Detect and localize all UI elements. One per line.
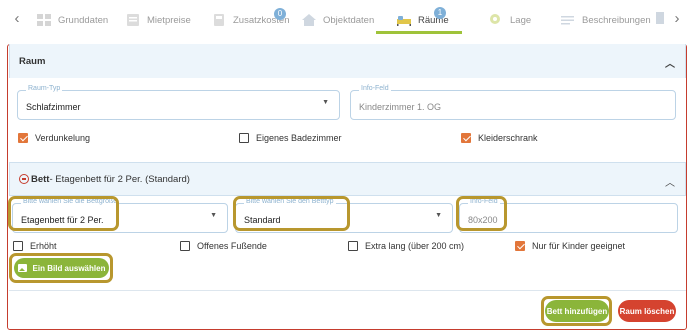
bett-groesse-value: Etagenbett für 2 Per. <box>21 215 104 225</box>
checkbox-erhoeht[interactable]: Erhöht <box>13 241 57 251</box>
bett-info-label: Info-Feld <box>468 198 500 205</box>
checkbox-kleiderschrank[interactable]: Kleiderschrank <box>461 133 538 143</box>
tab-lage[interactable]: Lage <box>488 9 531 31</box>
raum-typ-value: Schlafzimmer <box>26 102 81 112</box>
collapse-icon[interactable]: ︿ <box>665 174 675 189</box>
checkbox-unchecked-icon <box>180 241 190 251</box>
checkbox-verdunkelung[interactable]: Verdunkelung <box>18 133 90 143</box>
select-image-button[interactable]: Ein Bild auswählen <box>14 258 109 278</box>
tab-objektdaten[interactable]: Objektdaten <box>301 9 374 31</box>
delete-room-label: Raum löschen <box>619 306 675 316</box>
checkbox-offenes-fussende[interactable]: Offenes Fußende <box>180 241 267 251</box>
tab-label: Grunddaten <box>58 14 109 26</box>
bett-groesse-label: Bitte wählen Sie die Bettgröße <box>21 198 120 205</box>
calculator-icon <box>211 13 227 27</box>
raum-title: Raum <box>19 55 46 67</box>
document-icon[interactable] <box>654 11 666 30</box>
add-bed-button[interactable]: Bett hinzufügen <box>545 300 609 322</box>
raum-typ-label: Raum-Typ <box>26 85 63 92</box>
chevron-right-icon[interactable]: › <box>670 10 684 27</box>
dropdown-arrow-icon: ▼ <box>210 212 217 219</box>
checkbox-label: Kleiderschrank <box>478 133 538 143</box>
raum-info-label: Info-Feld <box>359 85 391 92</box>
checkbox-checked-icon <box>461 133 471 143</box>
grid-icon <box>36 13 52 27</box>
checkbox-unchecked-icon <box>348 241 358 251</box>
tab-beschreibungen[interactable]: Beschreibungen <box>560 9 651 31</box>
active-tab-indicator <box>376 31 462 34</box>
bett-typ-value: Standard <box>244 215 281 225</box>
checkbox-label: Verdunkelung <box>35 133 91 143</box>
bett-title-rest: - Etagenbett für 2 Per. (Standard) <box>49 173 190 185</box>
minus-circle-icon[interactable] <box>19 174 29 184</box>
checkbox-label: Nur für Kinder geeignet <box>532 241 626 251</box>
delete-room-button[interactable]: Raum löschen <box>618 300 676 322</box>
tab-label: Lage <box>510 14 532 26</box>
checkbox-extra-lang[interactable]: Extra lang (über 200 cm) <box>348 241 464 251</box>
checkbox-checked-icon <box>515 241 525 251</box>
divider <box>9 290 686 291</box>
bett-info-field[interactable]: Info-Feld 80x200 <box>459 198 678 233</box>
text-lines-icon <box>560 13 576 27</box>
bett-panel-header[interactable]: Bett - Etagenbett für 2 Per. (Standard) … <box>9 162 686 196</box>
chevron-left-icon[interactable]: ‹ <box>10 10 24 27</box>
bett-typ-label: Bitte wählen Sie den Betttyp <box>244 198 336 205</box>
checkbox-label: Offenes Fußende <box>197 241 267 251</box>
checkbox-label: Eigenes Badezimmer <box>256 133 342 143</box>
tab-grunddaten[interactable]: Grunddaten <box>36 9 108 31</box>
checkbox-unchecked-icon <box>239 133 249 143</box>
bett-title-bold: Bett <box>31 173 50 185</box>
tab-badge-raeume: 1 <box>434 7 446 19</box>
checkbox-label: Erhöht <box>30 241 57 251</box>
tab-label: Mietpreise <box>147 14 191 26</box>
raum-typ-select[interactable]: Raum-Typ Schlafzimmer ▼ <box>17 85 340 120</box>
tab-label: Beschreibungen <box>582 14 651 26</box>
dropdown-arrow-icon: ▼ <box>435 212 442 219</box>
raum-info-value: Kinderzimmer 1. OG <box>359 102 442 112</box>
image-icon <box>17 264 27 272</box>
dropdown-arrow-icon: ▼ <box>322 99 329 106</box>
checkbox-unchecked-icon <box>13 241 23 251</box>
raum-panel-header[interactable]: Raum ︿ <box>9 44 686 78</box>
location-pin-icon <box>488 13 504 27</box>
price-list-icon <box>125 13 141 27</box>
checkbox-checked-icon <box>18 133 28 143</box>
checkbox-eigenes-badezimmer[interactable]: Eigenes Badezimmer <box>239 133 342 143</box>
raum-info-field[interactable]: Info-Feld Kinderzimmer 1. OG <box>350 85 676 120</box>
checkbox-nur-kinder[interactable]: Nur für Kinder geeignet <box>515 241 625 251</box>
tab-badge-zusatzkosten: 0 <box>274 8 286 20</box>
select-image-label: Ein Bild auswählen <box>32 263 106 273</box>
tab-label: Objektdaten <box>323 14 375 26</box>
checkbox-label: Extra lang (über 200 cm) <box>365 241 465 251</box>
bett-info-value: 80x200 <box>468 215 498 225</box>
house-icon <box>301 13 317 27</box>
bed-icon <box>396 13 412 27</box>
tab-bar: ‹ Grunddaten Mietpreise Zusatzkosten 0 O… <box>0 0 688 38</box>
bett-typ-select[interactable]: Bitte wählen Sie den Betttyp Standard ▼ <box>235 198 453 233</box>
bett-groesse-select[interactable]: Bitte wählen Sie die Bettgröße Etagenbet… <box>12 198 228 233</box>
tab-mietpreise[interactable]: Mietpreise <box>125 9 191 31</box>
collapse-icon[interactable]: ︿ <box>665 55 675 70</box>
add-bed-label: Bett hinzufügen <box>546 306 608 316</box>
